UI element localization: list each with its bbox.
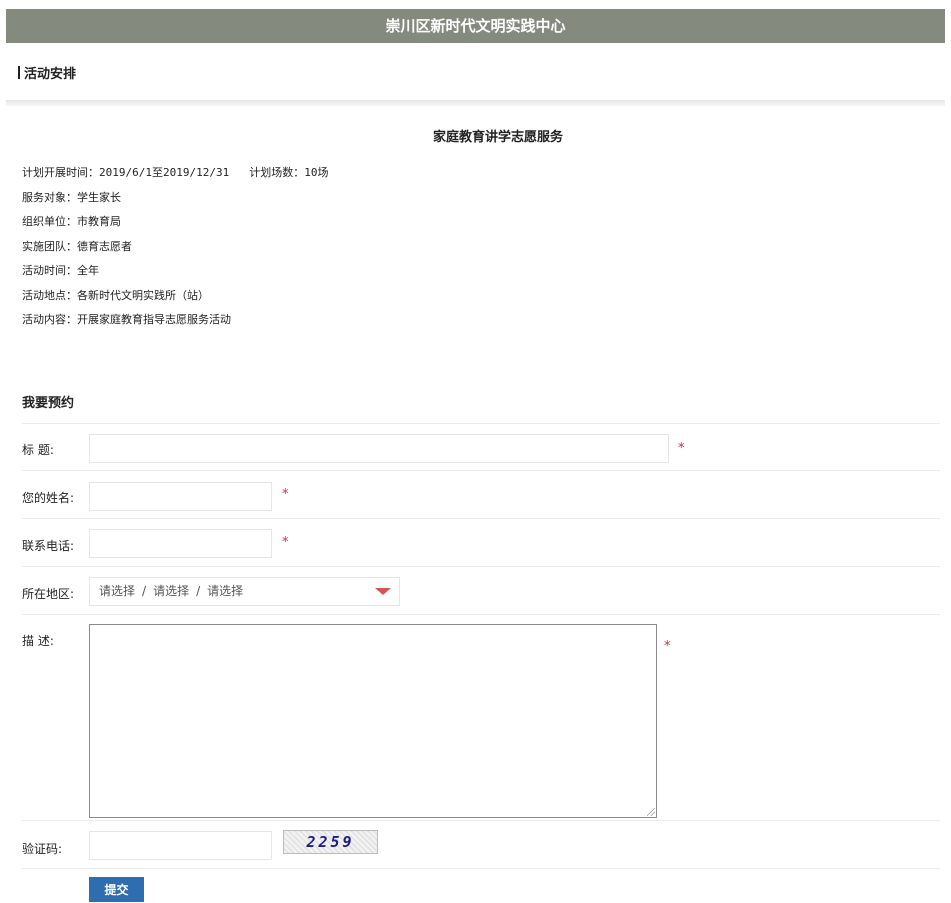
region-separator: / <box>196 584 201 598</box>
phone-row: 联系电话: * <box>22 518 940 567</box>
content-row: 活动内容：开展家庭教育指导志愿服务活动 <box>22 308 328 333</box>
phone-label: 联系电话: <box>22 539 75 553</box>
title-label: 标 题: <box>22 443 54 457</box>
plan-row: 计划开展时间：2019/6/1至2019/12/31 计划场数：10场 <box>22 161 328 186</box>
name-label: 您的姓名: <box>22 491 75 505</box>
time-value: 全年 <box>77 264 99 277</box>
district-value: 请选择 <box>207 584 244 598</box>
place-value: 各新时代文明实践所（站） <box>77 288 209 302</box>
region-row: 所在地区: 请选择 / 请选择 / 请选择 <box>22 566 940 615</box>
description-label: 描 述: <box>22 634 54 648</box>
resize-grip-icon[interactable] <box>647 808 655 816</box>
name-required-mark: * <box>282 487 289 502</box>
bottom-divider <box>22 868 940 869</box>
org-row: 组织单位：市教育局 <box>22 210 328 235</box>
section-title: 活动安排 <box>24 67 77 82</box>
dropdown-caret-icon[interactable] <box>375 588 391 595</box>
target-label: 服务对象： <box>22 190 77 204</box>
team-label: 实施团队： <box>22 239 77 253</box>
title-row: 标 题: * <box>22 423 940 471</box>
place-row: 活动地点：各新时代文明实践所（站） <box>22 284 328 309</box>
captcha-label: 验证码: <box>22 842 63 856</box>
description-textarea[interactable] <box>89 624 657 818</box>
org-value: 市教育局 <box>77 215 121 228</box>
section-heading: 活动安排 <box>18 63 76 82</box>
content-value: 开展家庭教育指导志愿服务活动 <box>77 313 231 326</box>
plan-count-value: 10场 <box>304 166 329 179</box>
description-required-mark: * <box>664 639 671 654</box>
captcha-image[interactable]: 2259 <box>283 830 378 854</box>
time-label: 活动时间： <box>22 264 77 277</box>
plan-time-value: 2019/6/1至2019/12/31 <box>99 166 230 179</box>
target-row: 服务对象：学生家长 <box>22 186 328 211</box>
team-value: 德育志愿者 <box>77 239 132 253</box>
region-label: 所在地区: <box>22 587 75 601</box>
province-value: 请选择 <box>99 584 136 598</box>
submit-button[interactable]: 提交 <box>89 877 144 902</box>
captcha-row: 验证码: 2259 <box>22 820 940 869</box>
content-label: 活动内容： <box>22 313 77 326</box>
section-marker <box>18 66 20 79</box>
captcha-input[interactable] <box>89 831 272 860</box>
org-label: 组织单位： <box>22 215 77 228</box>
plan-count-label: 计划场数： <box>249 166 305 179</box>
plan-time-label: 计划开展时间： <box>22 166 99 179</box>
city-value: 请选择 <box>153 584 190 598</box>
time-row: 活动时间：全年 <box>22 259 328 284</box>
site-header: 崇川区新时代文明实践中心 <box>6 9 945 43</box>
activity-info: 计划开展时间：2019/6/1至2019/12/31 计划场数：10场 服务对象：… <box>22 161 328 333</box>
description-row: 描 述: * <box>22 614 940 821</box>
title-required-mark: * <box>678 441 685 456</box>
place-label: 活动地点： <box>22 288 77 302</box>
phone-input[interactable] <box>89 529 272 558</box>
title-input[interactable] <box>89 434 669 463</box>
divider <box>6 100 945 106</box>
name-input[interactable] <box>89 482 272 511</box>
target-value: 学生家长 <box>77 190 121 204</box>
region-select[interactable]: 请选择 / 请选择 / 请选择 <box>89 577 400 606</box>
team-row: 实施团队：德育志愿者 <box>22 235 328 260</box>
booking-heading: 我要预约 <box>22 396 75 411</box>
site-title: 崇川区新时代文明实践中心 <box>385 17 566 35</box>
region-separator: / <box>142 584 147 598</box>
activity-title: 家庭教育讲学志愿服务 <box>432 130 563 145</box>
name-row: 您的姓名: * <box>22 470 940 519</box>
phone-required-mark: * <box>282 535 289 550</box>
